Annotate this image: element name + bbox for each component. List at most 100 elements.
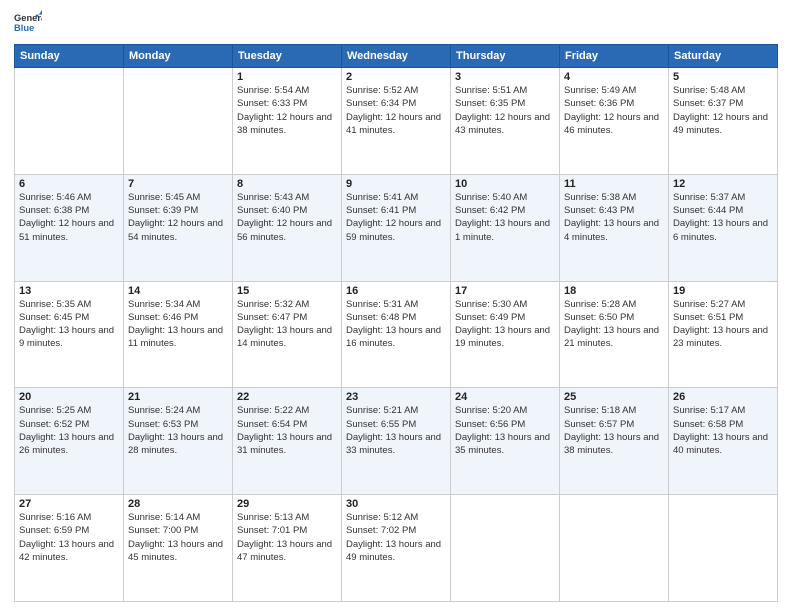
- day-info: Sunrise: 5:31 AM Sunset: 6:48 PM Dayligh…: [346, 298, 446, 351]
- day-number: 17: [455, 285, 555, 297]
- calendar-cell: [15, 68, 124, 175]
- calendar-cell: 1 Sunrise: 5:54 AM Sunset: 6:33 PM Dayli…: [233, 68, 342, 175]
- day-info: Sunrise: 5:24 AM Sunset: 6:53 PM Dayligh…: [128, 404, 228, 457]
- day-number: 21: [128, 391, 228, 403]
- day-info: Sunrise: 5:20 AM Sunset: 6:56 PM Dayligh…: [455, 404, 555, 457]
- logo: General Blue: [14, 10, 42, 38]
- day-info: Sunrise: 5:13 AM Sunset: 7:01 PM Dayligh…: [237, 511, 337, 564]
- calendar-cell: 16 Sunrise: 5:31 AM Sunset: 6:48 PM Dayl…: [342, 281, 451, 388]
- day-info: Sunrise: 5:48 AM Sunset: 6:37 PM Dayligh…: [673, 84, 773, 137]
- day-info: Sunrise: 5:45 AM Sunset: 6:39 PM Dayligh…: [128, 191, 228, 244]
- day-number: 4: [564, 71, 664, 83]
- calendar-cell: 13 Sunrise: 5:35 AM Sunset: 6:45 PM Dayl…: [15, 281, 124, 388]
- day-number: 18: [564, 285, 664, 297]
- calendar-cell: 17 Sunrise: 5:30 AM Sunset: 6:49 PM Dayl…: [451, 281, 560, 388]
- calendar-cell: 26 Sunrise: 5:17 AM Sunset: 6:58 PM Dayl…: [669, 388, 778, 495]
- calendar-cell: 7 Sunrise: 5:45 AM Sunset: 6:39 PM Dayli…: [124, 174, 233, 281]
- calendar-cell: 4 Sunrise: 5:49 AM Sunset: 6:36 PM Dayli…: [560, 68, 669, 175]
- calendar-cell: 11 Sunrise: 5:38 AM Sunset: 6:43 PM Dayl…: [560, 174, 669, 281]
- day-info: Sunrise: 5:49 AM Sunset: 6:36 PM Dayligh…: [564, 84, 664, 137]
- calendar-cell: 21 Sunrise: 5:24 AM Sunset: 6:53 PM Dayl…: [124, 388, 233, 495]
- day-number: 8: [237, 178, 337, 190]
- calendar-cell: 15 Sunrise: 5:32 AM Sunset: 6:47 PM Dayl…: [233, 281, 342, 388]
- weekday-header: Wednesday: [342, 45, 451, 68]
- weekday-header: Saturday: [669, 45, 778, 68]
- day-info: Sunrise: 5:32 AM Sunset: 6:47 PM Dayligh…: [237, 298, 337, 351]
- day-number: 10: [455, 178, 555, 190]
- calendar-cell: 28 Sunrise: 5:14 AM Sunset: 7:00 PM Dayl…: [124, 495, 233, 602]
- day-info: Sunrise: 5:46 AM Sunset: 6:38 PM Dayligh…: [19, 191, 119, 244]
- weekday-header: Sunday: [15, 45, 124, 68]
- calendar-week-row: 20 Sunrise: 5:25 AM Sunset: 6:52 PM Dayl…: [15, 388, 778, 495]
- calendar-week-row: 6 Sunrise: 5:46 AM Sunset: 6:38 PM Dayli…: [15, 174, 778, 281]
- calendar-week-row: 27 Sunrise: 5:16 AM Sunset: 6:59 PM Dayl…: [15, 495, 778, 602]
- calendar-cell: 23 Sunrise: 5:21 AM Sunset: 6:55 PM Dayl…: [342, 388, 451, 495]
- day-number: 5: [673, 71, 773, 83]
- day-number: 25: [564, 391, 664, 403]
- day-info: Sunrise: 5:51 AM Sunset: 6:35 PM Dayligh…: [455, 84, 555, 137]
- day-number: 2: [346, 71, 446, 83]
- day-number: 29: [237, 498, 337, 510]
- day-number: 9: [346, 178, 446, 190]
- calendar-cell: 25 Sunrise: 5:18 AM Sunset: 6:57 PM Dayl…: [560, 388, 669, 495]
- day-number: 11: [564, 178, 664, 190]
- day-info: Sunrise: 5:28 AM Sunset: 6:50 PM Dayligh…: [564, 298, 664, 351]
- day-number: 24: [455, 391, 555, 403]
- calendar-cell: 24 Sunrise: 5:20 AM Sunset: 6:56 PM Dayl…: [451, 388, 560, 495]
- day-number: 14: [128, 285, 228, 297]
- day-info: Sunrise: 5:16 AM Sunset: 6:59 PM Dayligh…: [19, 511, 119, 564]
- day-number: 15: [237, 285, 337, 297]
- day-info: Sunrise: 5:34 AM Sunset: 6:46 PM Dayligh…: [128, 298, 228, 351]
- logo-icon: General Blue: [14, 10, 42, 38]
- svg-text:Blue: Blue: [14, 23, 34, 33]
- calendar-cell: [560, 495, 669, 602]
- day-info: Sunrise: 5:52 AM Sunset: 6:34 PM Dayligh…: [346, 84, 446, 137]
- day-number: 20: [19, 391, 119, 403]
- weekday-header: Tuesday: [233, 45, 342, 68]
- calendar-cell: 22 Sunrise: 5:22 AM Sunset: 6:54 PM Dayl…: [233, 388, 342, 495]
- day-info: Sunrise: 5:25 AM Sunset: 6:52 PM Dayligh…: [19, 404, 119, 457]
- day-number: 16: [346, 285, 446, 297]
- calendar-cell: 18 Sunrise: 5:28 AM Sunset: 6:50 PM Dayl…: [560, 281, 669, 388]
- day-info: Sunrise: 5:30 AM Sunset: 6:49 PM Dayligh…: [455, 298, 555, 351]
- day-number: 7: [128, 178, 228, 190]
- day-number: 27: [19, 498, 119, 510]
- calendar-cell: 14 Sunrise: 5:34 AM Sunset: 6:46 PM Dayl…: [124, 281, 233, 388]
- weekday-header: Thursday: [451, 45, 560, 68]
- day-number: 12: [673, 178, 773, 190]
- calendar-cell: [451, 495, 560, 602]
- calendar-cell: 9 Sunrise: 5:41 AM Sunset: 6:41 PM Dayli…: [342, 174, 451, 281]
- day-number: 1: [237, 71, 337, 83]
- calendar-cell: 30 Sunrise: 5:12 AM Sunset: 7:02 PM Dayl…: [342, 495, 451, 602]
- day-info: Sunrise: 5:12 AM Sunset: 7:02 PM Dayligh…: [346, 511, 446, 564]
- calendar-cell: 8 Sunrise: 5:43 AM Sunset: 6:40 PM Dayli…: [233, 174, 342, 281]
- day-number: 23: [346, 391, 446, 403]
- page: General Blue SundayMondayTuesdayWednesda…: [0, 0, 792, 612]
- day-info: Sunrise: 5:41 AM Sunset: 6:41 PM Dayligh…: [346, 191, 446, 244]
- weekday-header: Friday: [560, 45, 669, 68]
- calendar-cell: 20 Sunrise: 5:25 AM Sunset: 6:52 PM Dayl…: [15, 388, 124, 495]
- calendar-week-row: 13 Sunrise: 5:35 AM Sunset: 6:45 PM Dayl…: [15, 281, 778, 388]
- calendar-cell: 3 Sunrise: 5:51 AM Sunset: 6:35 PM Dayli…: [451, 68, 560, 175]
- calendar-cell: 5 Sunrise: 5:48 AM Sunset: 6:37 PM Dayli…: [669, 68, 778, 175]
- day-number: 6: [19, 178, 119, 190]
- svg-text:General: General: [14, 13, 42, 23]
- day-number: 28: [128, 498, 228, 510]
- weekday-header: Monday: [124, 45, 233, 68]
- day-info: Sunrise: 5:18 AM Sunset: 6:57 PM Dayligh…: [564, 404, 664, 457]
- day-info: Sunrise: 5:54 AM Sunset: 6:33 PM Dayligh…: [237, 84, 337, 137]
- day-number: 26: [673, 391, 773, 403]
- calendar-cell: 27 Sunrise: 5:16 AM Sunset: 6:59 PM Dayl…: [15, 495, 124, 602]
- day-info: Sunrise: 5:40 AM Sunset: 6:42 PM Dayligh…: [455, 191, 555, 244]
- day-number: 3: [455, 71, 555, 83]
- day-info: Sunrise: 5:14 AM Sunset: 7:00 PM Dayligh…: [128, 511, 228, 564]
- calendar-cell: [124, 68, 233, 175]
- calendar-cell: 10 Sunrise: 5:40 AM Sunset: 6:42 PM Dayl…: [451, 174, 560, 281]
- calendar-table: SundayMondayTuesdayWednesdayThursdayFrid…: [14, 44, 778, 602]
- day-info: Sunrise: 5:21 AM Sunset: 6:55 PM Dayligh…: [346, 404, 446, 457]
- calendar-cell: 12 Sunrise: 5:37 AM Sunset: 6:44 PM Dayl…: [669, 174, 778, 281]
- day-number: 19: [673, 285, 773, 297]
- calendar-cell: 2 Sunrise: 5:52 AM Sunset: 6:34 PM Dayli…: [342, 68, 451, 175]
- calendar-cell: 19 Sunrise: 5:27 AM Sunset: 6:51 PM Dayl…: [669, 281, 778, 388]
- header: General Blue: [14, 10, 778, 38]
